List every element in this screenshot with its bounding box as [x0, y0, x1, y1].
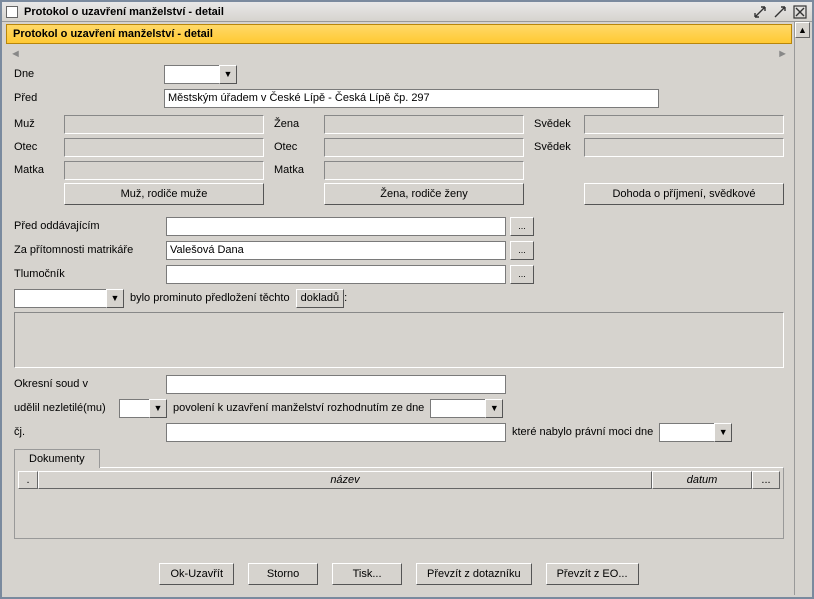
cj-label: čj. — [14, 426, 166, 438]
otec-m-field — [64, 138, 264, 157]
chevron-down-icon[interactable]: ▼ — [485, 399, 503, 418]
pred-input[interactable]: Městským úřadem v České Lípě - Česká Líp… — [164, 89, 659, 108]
prev-record-icon[interactable]: ◄ — [10, 48, 21, 60]
udelil-input[interactable] — [119, 399, 149, 418]
dne-input[interactable] — [164, 65, 219, 84]
ktere-text: které nabylo právní moci dne — [512, 426, 653, 438]
pred-odd-browse-button[interactable]: ... — [510, 217, 534, 236]
udelil-label: udělil nezletilé(mu) — [14, 402, 119, 414]
dne-combo[interactable]: ▼ — [164, 65, 237, 84]
bottom-toolbar: Ok-Uzavřít Storno Tisk... Převzít z dota… — [4, 557, 794, 591]
pred-odd-input[interactable] — [166, 217, 506, 236]
za-prit-label: Za přítomnosti matrikáře — [14, 244, 166, 256]
prominuto-text: bylo prominuto předložení těchto — [130, 292, 290, 304]
muz-field — [64, 115, 264, 134]
zena-label: Žena — [274, 118, 324, 130]
pred-odd-label: Před oddávajícím — [14, 220, 166, 232]
page-title: Protokol o uzavření manželství - detail — [6, 24, 792, 44]
grid-col-date[interactable]: datum — [652, 471, 752, 489]
app-window: Protokol o uzavření manželství - detail … — [0, 0, 814, 599]
otec-z-label: Otec — [274, 141, 324, 153]
chevron-down-icon[interactable]: ▼ — [219, 65, 237, 84]
chevron-down-icon[interactable]: ▼ — [149, 399, 167, 418]
doklady-textarea[interactable] — [14, 312, 784, 368]
povoleni-date-input[interactable] — [430, 399, 485, 418]
body: Protokol o uzavření manželství - detail … — [4, 22, 794, 595]
svedek2-label: Svědek — [534, 141, 584, 153]
minimize-icon[interactable] — [752, 5, 768, 19]
maximize-icon[interactable] — [772, 5, 788, 19]
grid-header: . název datum ... — [18, 471, 780, 489]
svedek1-label: Svědek — [534, 118, 584, 130]
muz-label: Muž — [14, 118, 64, 130]
form: Dne ▼ Před Městským úřadem v České Lípě … — [4, 62, 794, 539]
ktere-date-combo[interactable]: ▼ — [659, 423, 732, 442]
dokladu-button[interactable]: dokladů — [296, 289, 345, 308]
grid-col-more[interactable]: ... — [752, 471, 780, 489]
za-prit-browse-button[interactable]: ... — [510, 241, 534, 260]
tab-dokumenty[interactable]: Dokumenty — [14, 449, 100, 468]
dne-label: Dne — [14, 68, 164, 80]
chevron-down-icon[interactable]: ▼ — [714, 423, 732, 442]
window-icon — [6, 6, 18, 18]
grid-col-name[interactable]: název — [38, 471, 652, 489]
povoleni-date-combo[interactable]: ▼ — [430, 399, 503, 418]
close-icon[interactable] — [792, 5, 808, 19]
storno-button[interactable]: Storno — [248, 563, 318, 585]
tlumocnik-browse-button[interactable]: ... — [510, 265, 534, 284]
nav-row: ◄ ► — [4, 46, 794, 62]
svedek1-field — [584, 115, 784, 134]
okresni-input[interactable] — [166, 375, 506, 394]
pred-label: Před — [14, 92, 164, 104]
cj-input[interactable] — [166, 423, 506, 442]
udelil-combo[interactable]: ▼ — [119, 399, 167, 418]
window-title: Protokol o uzavření manželství - detail — [24, 6, 752, 18]
ktere-date-input[interactable] — [659, 423, 714, 442]
chevron-down-icon[interactable]: ▼ — [106, 289, 124, 308]
okresni-label: Okresní soud v — [14, 378, 166, 390]
titlebar: Protokol o uzavření manželství - detail — [2, 2, 812, 22]
za-prit-input[interactable]: Valešová Dana — [166, 241, 506, 260]
tabs: Dokumenty . název datum ... — [14, 448, 784, 539]
tab-panel: . název datum ... — [14, 467, 784, 539]
prominuto-input[interactable] — [14, 289, 106, 308]
vertical-scrollbar[interactable]: ▲ — [794, 22, 810, 595]
ok-button[interactable]: Ok-Uzavřít — [159, 563, 234, 585]
tlumocnik-input[interactable] — [166, 265, 506, 284]
tlumocnik-label: Tlumočník — [14, 268, 166, 280]
matka-z-label: Matka — [274, 164, 324, 176]
svedek2-field — [584, 138, 784, 157]
tisk-button[interactable]: Tisk... — [332, 563, 402, 585]
otec-m-label: Otec — [14, 141, 64, 153]
muz-rodice-button[interactable]: Muž, rodiče muže — [64, 183, 264, 205]
otec-z-field — [324, 138, 524, 157]
dohoda-button[interactable]: Dohoda o příjmení, svědkové — [584, 183, 784, 205]
next-record-icon[interactable]: ► — [777, 48, 788, 60]
matka-m-field — [64, 161, 264, 180]
matka-z-field — [324, 161, 524, 180]
prevzit-dotaznik-button[interactable]: Převzít z dotazníku — [416, 563, 532, 585]
povoleni-text: povolení k uzavření manželství rozhodnut… — [173, 402, 424, 414]
scroll-up-icon[interactable]: ▲ — [795, 22, 810, 38]
prevzit-eo-button[interactable]: Převzít z EO... — [546, 563, 639, 585]
zena-field — [324, 115, 524, 134]
grid-col-marker[interactable]: . — [18, 471, 38, 489]
zena-rodice-button[interactable]: Žena, rodiče ženy — [324, 183, 524, 205]
matka-m-label: Matka — [14, 164, 64, 176]
prominuto-combo[interactable]: ▼ — [14, 289, 124, 308]
